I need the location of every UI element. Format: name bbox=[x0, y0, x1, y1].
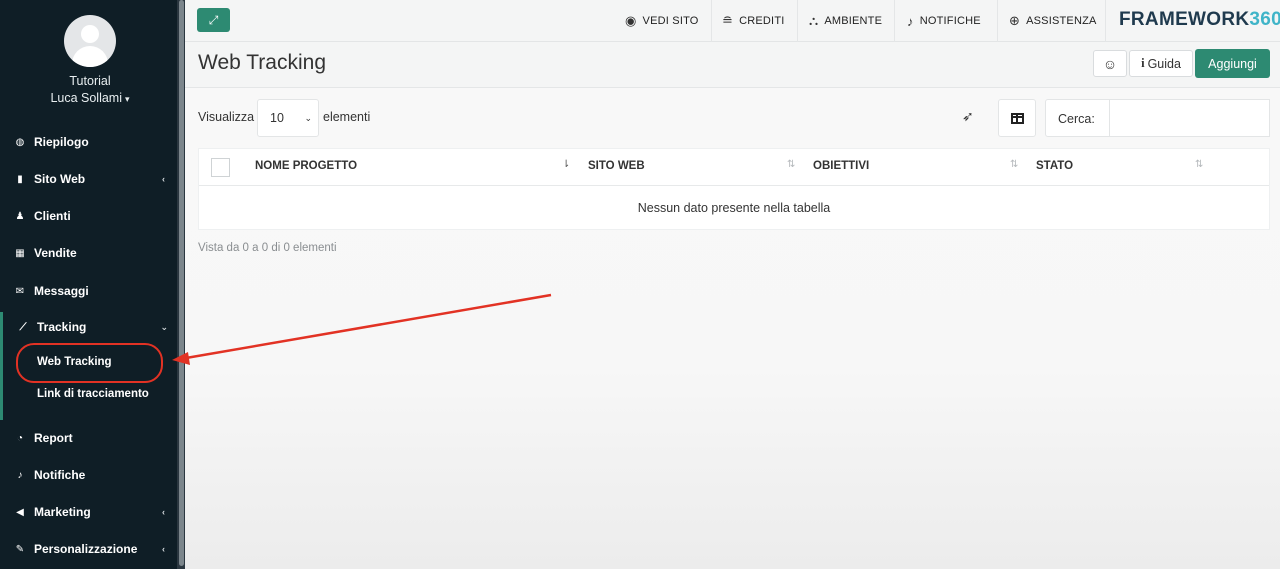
top-link-notifiche[interactable]: ♪ NOTIFICHE bbox=[907, 0, 981, 42]
top-link-label: CREDITI bbox=[739, 15, 785, 27]
sidebar-item-tracking[interactable]: ⟋ Tracking ⌄ bbox=[3, 312, 180, 342]
divider bbox=[711, 0, 712, 42]
user-role: Tutorial bbox=[69, 74, 111, 88]
sort-icon[interactable]: ⇅ bbox=[1010, 159, 1018, 170]
sidebar-item-notifiche[interactable]: ♪ Notifiche bbox=[0, 460, 177, 490]
sidebar-item-label: Marketing bbox=[34, 505, 91, 519]
pie-chart-icon: ◔ bbox=[16, 432, 24, 444]
sidebar-item-label: Messaggi bbox=[34, 284, 89, 298]
user-name: Luca Sollami bbox=[50, 91, 123, 105]
sidebar-subitem-link-tracciamento[interactable]: Link di tracciamento bbox=[37, 388, 149, 400]
top-link-ambiente[interactable]: ⛬ AMBIENTE bbox=[809, 0, 882, 42]
page-length-select[interactable]: 10 ⌄ bbox=[257, 99, 319, 137]
sidebar-item-label: Sito Web bbox=[34, 172, 86, 186]
sidebar-item-messaggi[interactable]: ✉ Messaggi bbox=[0, 276, 177, 306]
top-link-vedi-sito[interactable]: ◉ VEDI SITO bbox=[625, 0, 699, 42]
column-visibility-button[interactable] bbox=[998, 99, 1036, 137]
table-header: NOME PROGETTO ⇂ SITO WEB ⇅ OBIETTIVI ⇅ S… bbox=[199, 149, 1269, 186]
search-input[interactable] bbox=[1109, 99, 1270, 137]
top-link-label: NOTIFICHE bbox=[919, 15, 981, 27]
page-title: Web Tracking bbox=[198, 51, 326, 74]
bell-icon: ♪ bbox=[907, 13, 914, 29]
guide-button[interactable]: i Guida bbox=[1129, 50, 1193, 77]
eye-icon: ◉ bbox=[625, 13, 637, 28]
column-header-nome-progetto[interactable]: NOME PROGETTO bbox=[255, 160, 357, 172]
expand-icon: ⤢ bbox=[208, 12, 219, 27]
top-link-label: VEDI SITO bbox=[642, 15, 699, 27]
search-box: Cerca: bbox=[1045, 99, 1270, 137]
avatar[interactable] bbox=[64, 15, 116, 67]
lifebuoy-icon: ⊕ bbox=[1009, 13, 1021, 28]
divider bbox=[797, 0, 798, 42]
main-content: Visualizza 10 ⌄ elementi ➶ Cerca: NOME P… bbox=[185, 88, 1280, 569]
column-header-obiettivi[interactable]: OBIETTIVI bbox=[813, 160, 869, 172]
page-header: Web Tracking ☺ i Guida Aggiungi bbox=[185, 42, 1280, 88]
feedback-button[interactable]: ☺ bbox=[1093, 50, 1127, 77]
sort-desc-icon[interactable]: ⇂ bbox=[562, 159, 570, 170]
divider bbox=[997, 0, 998, 42]
sort-icon[interactable]: ⇅ bbox=[787, 159, 795, 170]
sidebar-item-report[interactable]: ◔ Report bbox=[0, 423, 177, 453]
sidebar-item-sito-web[interactable]: ▮ Sito Web ‹ bbox=[0, 164, 177, 194]
select-all-checkbox[interactable] bbox=[211, 158, 230, 177]
page-length-value: 10 bbox=[270, 111, 284, 125]
user-menu[interactable]: Luca Sollami ▾ bbox=[0, 91, 180, 105]
sidebar-item-label: Report bbox=[34, 431, 73, 445]
chart-icon: ⟋ bbox=[19, 321, 27, 333]
top-link-label: AMBIENTE bbox=[824, 15, 883, 27]
sidebar: Tutorial Luca Sollami ▾ ◍ Riepilogo ▮ Sit… bbox=[0, 0, 185, 569]
columns-icon bbox=[1010, 112, 1024, 124]
column-header-sito-web[interactable]: SITO WEB bbox=[588, 160, 645, 172]
top-link-crediti[interactable]: ≘ CREDITI bbox=[722, 0, 785, 42]
elements-label: elementi bbox=[323, 110, 371, 124]
sidebar-item-clienti[interactable]: ♟ Clienti bbox=[0, 201, 177, 231]
top-link-label: ASSISTENZA bbox=[1026, 15, 1097, 27]
show-label: Visualizza bbox=[198, 110, 255, 124]
coins-icon: ≘ bbox=[722, 13, 734, 28]
envelope-icon: ✉ bbox=[15, 285, 25, 297]
dashboard-icon: ◍ bbox=[15, 136, 25, 148]
add-button[interactable]: Aggiungi bbox=[1195, 49, 1270, 78]
sidebar-item-marketing[interactable]: ◀ Marketing ‹ bbox=[0, 497, 177, 527]
sort-icon[interactable]: ⇅ bbox=[1195, 159, 1203, 170]
bell-icon: ♪ bbox=[17, 469, 23, 481]
search-label: Cerca: bbox=[1058, 112, 1095, 126]
sidebar-item-label: Personalizzazione bbox=[34, 542, 138, 556]
brush-icon: ✎ bbox=[15, 543, 25, 555]
topbar: ⤢ ◉ VEDI SITO ≘ CREDITI ⛬ AMBIENTE ♪ NOT… bbox=[185, 0, 1280, 42]
chevron-left-icon: ‹ bbox=[162, 544, 165, 554]
mouse-cursor: ➶ bbox=[962, 108, 974, 124]
file-icon: ▮ bbox=[17, 173, 23, 185]
sidebar-item-label: Vendite bbox=[34, 246, 77, 260]
sidebar-item-riepilogo[interactable]: ◍ Riepilogo bbox=[0, 127, 177, 157]
chevron-down-icon: ⌄ bbox=[304, 112, 312, 123]
empty-table-message: Nessun dato presente nella tabella bbox=[637, 200, 831, 215]
divider bbox=[1105, 0, 1106, 42]
chevron-left-icon: ‹ bbox=[162, 174, 165, 184]
divider bbox=[894, 0, 895, 42]
user-icon: ♟ bbox=[15, 210, 25, 222]
expand-button[interactable]: ⤢ bbox=[197, 8, 230, 32]
smile-icon: ☺ bbox=[1102, 55, 1118, 72]
sidebar-item-label: Tracking bbox=[37, 320, 87, 334]
sidebar-item-label: Riepilogo bbox=[34, 135, 89, 149]
chevron-left-icon: ‹ bbox=[162, 507, 165, 517]
table-info: Vista da 0 a 0 di 0 elementi bbox=[198, 242, 337, 254]
annotation-highlight-ring bbox=[16, 343, 163, 383]
brand-logo[interactable]: FRAMEWORK360 bbox=[1119, 9, 1280, 31]
sidebar-item-vendite[interactable]: ▦ Vendite bbox=[0, 238, 177, 268]
chevron-down-icon: ⌄ bbox=[160, 321, 168, 332]
sidebar-item-label: Clienti bbox=[34, 209, 71, 223]
sidebar-item-label: Notifiche bbox=[34, 468, 86, 482]
data-table: NOME PROGETTO ⇂ SITO WEB ⇅ OBIETTIVI ⇅ S… bbox=[198, 148, 1270, 230]
info-icon: i bbox=[1141, 56, 1145, 70]
sidebar-item-personalizzazione[interactable]: ✎ Personalizzazione ‹ bbox=[0, 534, 177, 564]
column-header-stato[interactable]: STATO bbox=[1036, 160, 1073, 172]
megaphone-icon: ◀ bbox=[16, 506, 24, 518]
top-link-assistenza[interactable]: ⊕ ASSISTENZA bbox=[1009, 0, 1097, 42]
guide-label: Guida bbox=[1147, 56, 1181, 71]
caret-down-icon: ▾ bbox=[125, 94, 130, 104]
calculator-icon: ▦ bbox=[15, 247, 25, 259]
cubes-icon: ⛬ bbox=[809, 13, 819, 28]
